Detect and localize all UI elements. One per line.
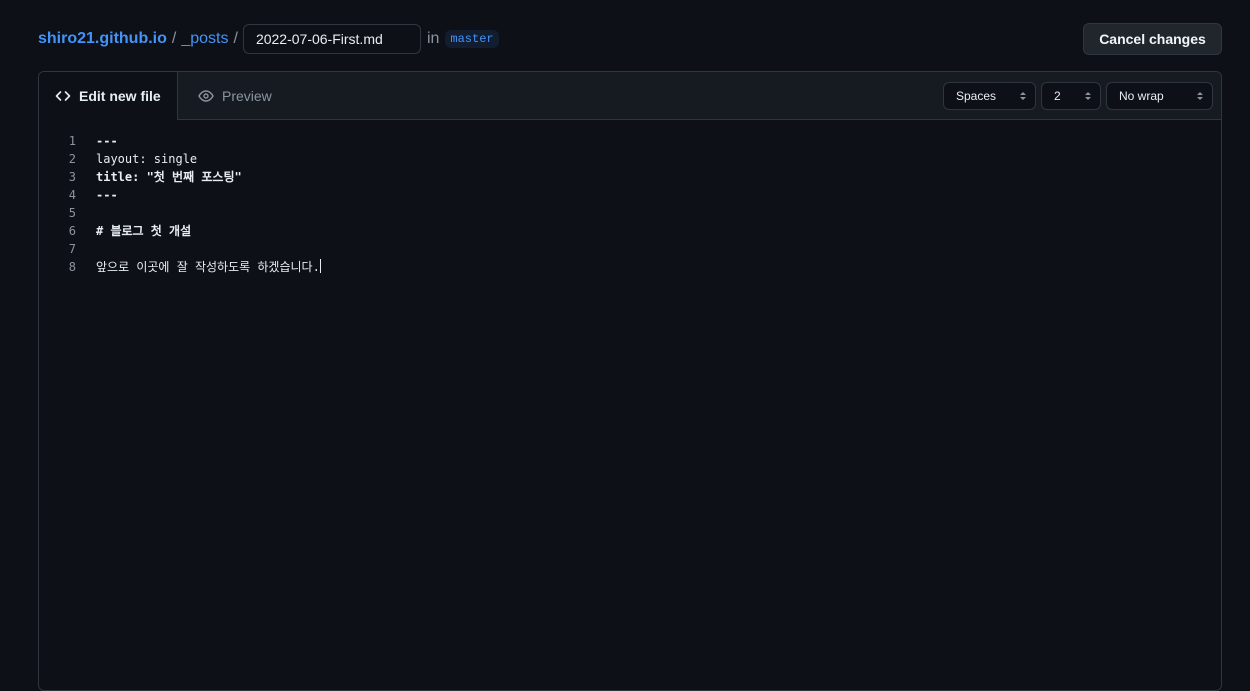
wrap-mode-value: No wrap (1119, 89, 1164, 103)
line-number: 2 (68, 152, 76, 166)
editor-tab-bar: Edit new file Preview Spaces 2 No wrap (39, 72, 1221, 120)
breadcrumb-separator: / (233, 30, 238, 47)
indent-mode-select[interactable]: Spaces (943, 82, 1036, 110)
code-line: 5 (39, 204, 1221, 222)
line-number: 5 (68, 206, 76, 220)
tab-preview-label: Preview (222, 88, 272, 104)
up-down-arrows-icon (1196, 90, 1204, 105)
line-number: 3 (68, 170, 76, 184)
code-text: 앞으로 이곳에 잘 작성하도록 하겠습니다. (96, 260, 320, 274)
eye-icon (198, 88, 214, 104)
breadcrumb-separator: / (171, 30, 177, 47)
tab-preview[interactable]: Preview (198, 72, 272, 120)
code-line: 4 --- (39, 186, 1221, 204)
line-number: 4 (68, 188, 76, 202)
code-line: 7 (39, 240, 1221, 258)
filename-input[interactable]: 2022-07-06-First.md (242, 24, 421, 54)
tab-edit-label: Edit new file (79, 88, 161, 104)
code-text: --- (96, 134, 118, 148)
line-number: 1 (68, 134, 76, 148)
indent-mode-value: Spaces (956, 89, 997, 103)
in-label: in (426, 30, 440, 47)
cancel-changes-button[interactable]: Cancel changes (1083, 23, 1222, 55)
indent-size-value: 2 (1054, 89, 1061, 103)
indent-size-select[interactable]: 2 (1041, 82, 1101, 110)
code-text: --- (96, 188, 118, 202)
line-number: 6 (68, 224, 76, 238)
repo-link[interactable]: shiro21.github.io (38, 30, 167, 48)
code-editor[interactable]: 1 --- 2 layout: single 3 title: "첫 번째 포스… (39, 120, 1221, 276)
tab-edit-new-file[interactable]: Edit new file (39, 72, 178, 120)
line-number: 7 (68, 242, 76, 256)
folder-link[interactable]: _posts (181, 30, 228, 48)
line-number: 8 (68, 260, 76, 274)
code-text-with-cursor: 앞으로 이곳에 잘 작성하도록 하겠습니다. (96, 258, 321, 276)
code-line: 8 앞으로 이곳에 잘 작성하도록 하겠습니다. (39, 258, 1221, 276)
code-icon (55, 88, 71, 104)
wrap-mode-select[interactable]: No wrap (1106, 82, 1213, 110)
code-line: 6 # 블로그 첫 개설 (39, 222, 1221, 240)
code-text: # 블로그 첫 개설 (96, 224, 192, 238)
editor: Edit new file Preview Spaces 2 No wrap 1… (38, 71, 1222, 691)
up-down-arrows-icon (1019, 90, 1027, 105)
code-line: 3 title: "첫 번째 포스팅" (39, 168, 1221, 186)
breadcrumb: shiro21.github.io / _posts / 2022-07-06-… (38, 23, 499, 55)
code-line: 1 --- (39, 132, 1221, 150)
code-text: layout: single (96, 152, 198, 166)
editor-settings: Spaces 2 No wrap (943, 82, 1213, 110)
branch-badge: master (445, 30, 499, 48)
code-text: title: "첫 번째 포스팅" (96, 170, 242, 184)
text-cursor (319, 259, 321, 273)
code-line: 2 layout: single (39, 150, 1221, 168)
up-down-arrows-icon (1084, 90, 1092, 105)
